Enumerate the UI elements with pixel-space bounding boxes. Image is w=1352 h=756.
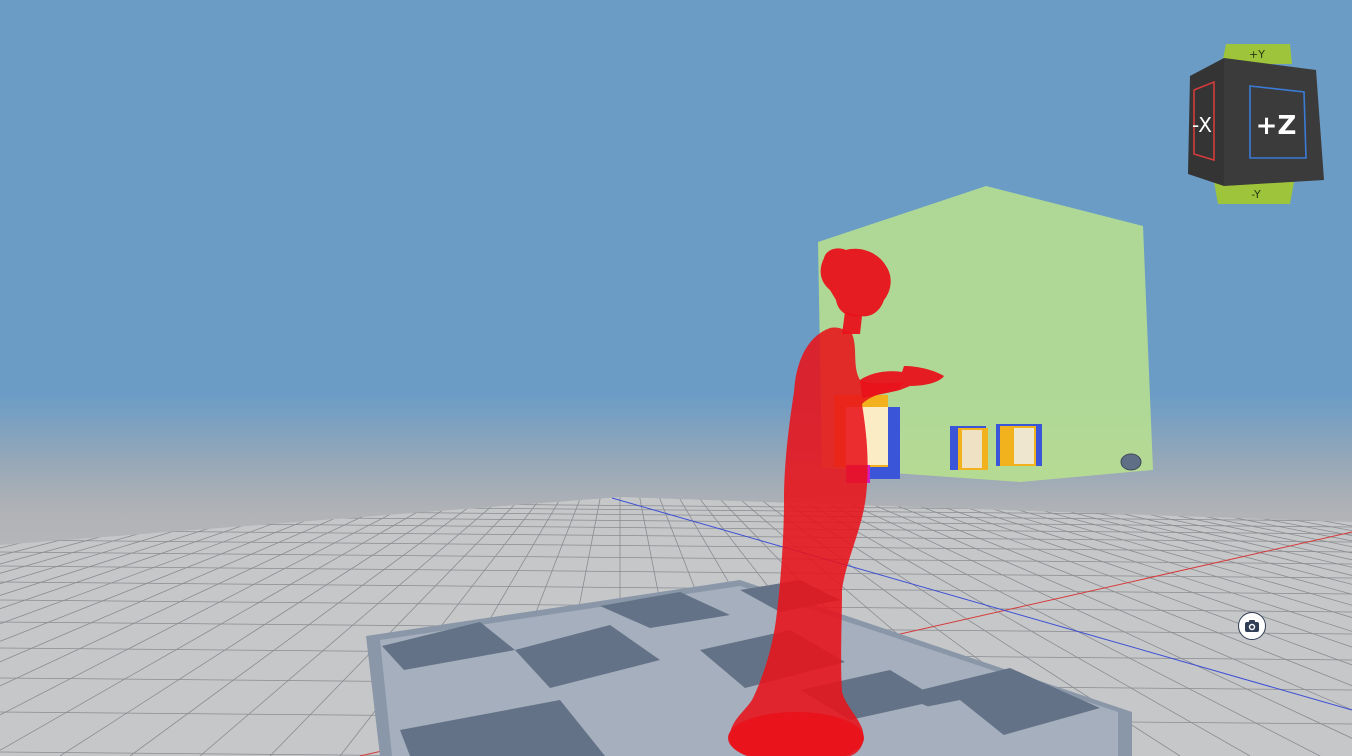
svg-text:+Z: +Z: [1256, 111, 1297, 141]
view-cube-left-face[interactable]: -X: [1188, 58, 1224, 186]
light-sphere[interactable]: [1120, 453, 1142, 471]
screenshot-button[interactable]: [1238, 612, 1266, 640]
3d-viewport[interactable]: [0, 0, 1352, 756]
svg-text:+Y: +Y: [1249, 48, 1265, 61]
light-probe-group-right: [950, 424, 1042, 470]
svg-text:-X: -X: [1192, 113, 1212, 137]
view-cube[interactable]: +Y -Y -X +Z: [1186, 40, 1326, 208]
svg-text:-Y: -Y: [1251, 188, 1261, 201]
camera-icon: [1245, 620, 1259, 632]
view-cube-front-face[interactable]: +Z: [1224, 58, 1324, 186]
